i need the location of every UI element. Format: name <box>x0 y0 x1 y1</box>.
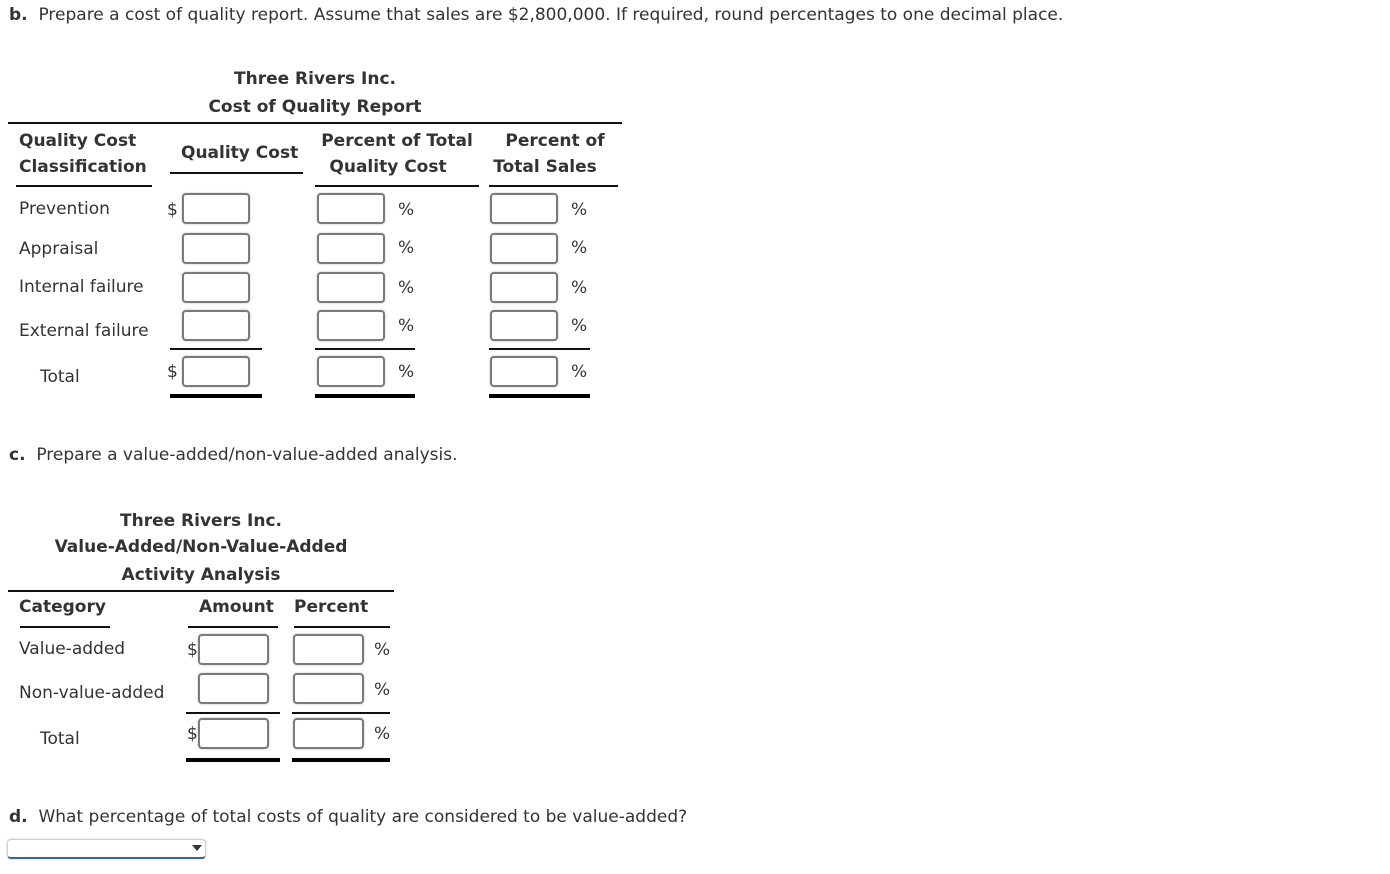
amount-subtotal-rule <box>186 712 280 714</box>
percent-symbol: % <box>571 362 588 382</box>
header-pct-sales-line1: Percent of <box>505 131 605 151</box>
quality-cost-total-double-rule <box>170 394 262 398</box>
header-quality-cost: Quality Cost <box>181 143 299 163</box>
analysis-company-name: Three Rivers Inc. <box>120 511 282 531</box>
appraisal-pct-total-qc-input[interactable] <box>317 233 385 264</box>
part-d-text: What percentage of total costs of qualit… <box>38 807 688 827</box>
header-pct-total-qc-line1: Percent of Total <box>321 131 473 151</box>
value-added-percentage-dropdown[interactable] <box>7 839 206 859</box>
percent-symbol: % <box>398 238 415 258</box>
percent-symbol: % <box>571 278 588 298</box>
analysis-title-line1: Value-Added/Non-Value-Added <box>54 537 348 557</box>
header-pct-total-qc-line2: Quality Cost <box>329 157 447 177</box>
percent-symbol: % <box>398 316 415 336</box>
total-quality-cost-input[interactable] <box>182 356 250 387</box>
row-label-prevention: Prevention <box>19 199 110 219</box>
external-failure-pct-sales-input[interactable] <box>490 310 558 341</box>
part-c-text: Prepare a value-added/non-value-added an… <box>36 445 458 465</box>
total-pct-total-qc-input[interactable] <box>317 356 385 387</box>
part-b-text: Prepare a cost of quality report. Assume… <box>38 5 1064 25</box>
percent-symbol: % <box>571 316 588 336</box>
external-failure-quality-cost-input[interactable] <box>182 310 250 341</box>
currency-symbol: $ <box>187 640 198 660</box>
pct-sales-subtotal-rule <box>489 348 590 350</box>
non-value-added-percent-input[interactable] <box>293 673 364 704</box>
percent-symbol: % <box>398 278 415 298</box>
part-b-letter: b. <box>9 5 28 25</box>
prevention-pct-total-qc-input[interactable] <box>317 193 385 224</box>
header-percent: Percent <box>294 597 369 617</box>
chevron-down-icon <box>192 845 202 851</box>
header-amount: Amount <box>199 597 274 617</box>
report-title: Cost of Quality Report <box>208 97 422 117</box>
header-pct-sales-rule <box>489 185 618 187</box>
prevention-quality-cost-input[interactable] <box>182 193 250 224</box>
row-label-value-added: Value-added <box>19 639 126 659</box>
row-label-internal-failure: Internal failure <box>19 277 144 297</box>
analysis-header-top-rule <box>8 590 394 592</box>
header-pct-total-qc-rule <box>315 185 479 187</box>
internal-failure-pct-total-qc-input[interactable] <box>317 272 385 303</box>
currency-symbol: $ <box>187 724 198 744</box>
percent-symbol: % <box>374 640 391 660</box>
appraisal-quality-cost-input[interactable] <box>182 233 250 264</box>
value-added-amount-input[interactable] <box>198 634 269 665</box>
row-label-external-failure: External failure <box>19 321 149 341</box>
percent-symbol: % <box>571 200 588 220</box>
internal-failure-pct-sales-input[interactable] <box>490 272 558 303</box>
header-classification-rule <box>16 185 152 187</box>
header-percent-rule <box>294 626 390 628</box>
header-classification-line1: Quality Cost <box>19 131 137 151</box>
row-label-appraisal: Appraisal <box>19 239 99 259</box>
part-d-question: d. What percentage of total costs of qua… <box>9 807 687 827</box>
quality-cost-subtotal-rule <box>170 348 262 350</box>
pct-total-qc-subtotal-rule <box>315 348 415 350</box>
external-failure-pct-total-qc-input[interactable] <box>317 310 385 341</box>
percent-subtotal-rule <box>292 712 390 714</box>
percent-total-double-rule <box>292 758 390 762</box>
part-d-letter: d. <box>9 807 28 827</box>
report-company-name: Three Rivers Inc. <box>234 69 396 89</box>
header-pct-sales-line2: Total Sales <box>493 157 597 177</box>
pct-sales-total-double-rule <box>489 394 590 398</box>
analysis-total-amount-input[interactable] <box>198 718 269 749</box>
value-added-percent-input[interactable] <box>293 634 364 665</box>
percent-symbol: % <box>398 362 415 382</box>
percent-symbol: % <box>374 724 391 744</box>
percent-symbol: % <box>571 238 588 258</box>
row-label-total: Total <box>40 367 80 387</box>
prevention-pct-sales-input[interactable] <box>490 193 558 224</box>
part-b-instruction: b. Prepare a cost of quality report. Ass… <box>9 5 1063 25</box>
row-label-analysis-total: Total <box>40 729 80 749</box>
percent-symbol: % <box>398 200 415 220</box>
currency-symbol: $ <box>167 362 178 382</box>
row-label-non-value-added: Non-value-added <box>19 683 165 703</box>
amount-total-double-rule <box>186 758 280 762</box>
part-c-instruction: c. Prepare a value-added/non-value-added… <box>9 445 458 465</box>
header-category: Category <box>19 597 106 617</box>
header-classification-line2: Classification <box>19 157 147 177</box>
non-value-added-amount-input[interactable] <box>198 673 269 704</box>
header-category-rule <box>20 626 110 628</box>
currency-symbol: $ <box>167 200 178 220</box>
header-top-rule <box>8 122 622 124</box>
part-c-letter: c. <box>9 445 26 465</box>
percent-symbol: % <box>374 680 391 700</box>
analysis-title-line2: Activity Analysis <box>121 565 281 585</box>
appraisal-pct-sales-input[interactable] <box>490 233 558 264</box>
total-pct-sales-input[interactable] <box>490 356 558 387</box>
pct-total-qc-total-double-rule <box>315 394 415 398</box>
analysis-total-percent-input[interactable] <box>293 718 364 749</box>
header-quality-cost-rule <box>170 172 303 174</box>
internal-failure-quality-cost-input[interactable] <box>182 272 250 303</box>
header-amount-rule <box>188 626 278 628</box>
